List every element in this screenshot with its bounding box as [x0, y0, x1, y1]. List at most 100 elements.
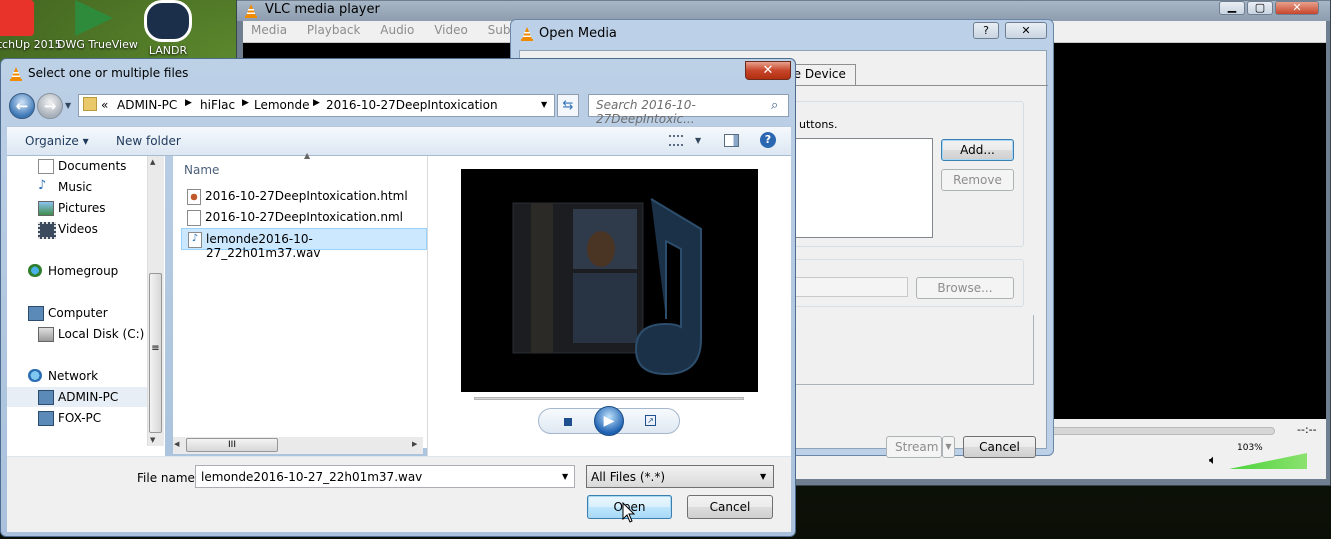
- organize-menu[interactable]: Organize ▾: [25, 134, 89, 148]
- forward-button[interactable]: →: [37, 93, 63, 119]
- nav-item-pictures[interactable]: Pictures: [7, 198, 147, 218]
- breadcrumb-separator[interactable]: ▶: [242, 98, 249, 108]
- html-file-icon: [187, 189, 201, 205]
- scroll-thumb[interactable]: III: [186, 438, 278, 452]
- file-dialog-title-bar[interactable]: Select one or multiple files: [1, 59, 795, 87]
- new-folder-button[interactable]: New folder: [116, 134, 181, 148]
- time-display: --:--: [1297, 423, 1317, 436]
- desktop-icon-landr[interactable]: LANDR: [133, 0, 203, 57]
- filetype-select[interactable]: All Files (*.*) ▼: [586, 465, 774, 488]
- file-dialog-close-button[interactable]: ✕: [745, 61, 791, 80]
- nav-item-music[interactable]: ♪ Music: [7, 177, 147, 197]
- vlc-close-button[interactable]: ✕: [1275, 1, 1319, 15]
- maximize-button[interactable]: ▢: [1247, 1, 1273, 15]
- view-options-icon[interactable]: [669, 135, 683, 146]
- menu-media[interactable]: Media: [243, 21, 295, 39]
- nav-item-label: Documents: [58, 159, 127, 173]
- nav-item-homegroup[interactable]: Homegroup: [7, 261, 147, 281]
- breadcrumb-separator[interactable]: ▶: [313, 98, 320, 108]
- preview-seek-bar[interactable]: [474, 397, 744, 400]
- menu-video[interactable]: Video: [426, 21, 476, 39]
- vlc-cone-icon: [520, 27, 534, 41]
- vlc-title-bar[interactable]: VLC media player ▁ ▢ ✕: [237, 1, 1330, 21]
- scroll-right-arrow[interactable]: ▶: [412, 440, 417, 448]
- breadcrumb-overflow[interactable]: «: [101, 98, 108, 112]
- preview-pane: ▶ ↗: [427, 156, 791, 456]
- menu-playback[interactable]: Playback: [299, 21, 369, 39]
- nav-item-label: Videos: [58, 222, 98, 236]
- breadcrumb-hiflac[interactable]: hiFlac: [200, 98, 235, 112]
- desktop-icon-label: DWG TrueView: [57, 38, 138, 51]
- open-media-close-button[interactable]: ✕: [1005, 22, 1047, 39]
- scroll-left-arrow[interactable]: ◀: [174, 440, 179, 448]
- desktop-icon-label: SketchUp 2015: [0, 38, 62, 51]
- desktop-icon-sketchup[interactable]: SketchUp 2015: [0, 0, 62, 51]
- nav-item-fox-pc[interactable]: FOX-PC: [7, 408, 147, 428]
- navigation-scrollbar[interactable]: ▲ ≡ ▼: [147, 156, 164, 446]
- vlc-title-text: VLC media player: [265, 2, 380, 17]
- documents-icon: [38, 159, 54, 174]
- filename-input[interactable]: lemonde2016-10-27_22h01m37.wav ▼: [195, 465, 575, 488]
- file-list-horizontal-scrollbar[interactable]: ◀ III ▶: [173, 437, 423, 454]
- computer-icon: [38, 411, 54, 426]
- file-name: 2016-10-27DeepIntoxication.html: [205, 189, 408, 203]
- stream-dropdown-arrow[interactable]: ▼: [942, 436, 955, 458]
- play-icon[interactable]: ▶: [594, 406, 624, 436]
- remove-button[interactable]: Remove: [941, 169, 1014, 191]
- minimize-button[interactable]: ▁: [1219, 1, 1245, 15]
- cancel-button[interactable]: Cancel: [963, 436, 1036, 458]
- back-button[interactable]: ←: [9, 93, 35, 119]
- scroll-up-arrow[interactable]: ▲: [150, 158, 155, 166]
- generic-file-icon: [187, 210, 201, 226]
- file-item-selected[interactable]: ♪ lemonde2016-10-27_22h01m37.wav: [181, 228, 427, 260]
- media-preview: [461, 169, 758, 392]
- cancel-button[interactable]: Cancel: [687, 495, 773, 519]
- help-icon[interactable]: ?: [760, 132, 776, 148]
- breadcrumb-lemonde[interactable]: Lemonde: [254, 98, 310, 112]
- breadcrumb-admin-pc[interactable]: ADMIN-PC: [117, 98, 177, 112]
- preview-controls: ▶ ↗: [538, 406, 680, 436]
- address-dropdown-arrow[interactable]: ▼: [541, 100, 547, 109]
- vlc-cone-icon: [244, 4, 258, 18]
- search-input[interactable]: Search 2016-10-27DeepIntoxic...: [588, 94, 789, 126]
- browse-button[interactable]: Browse...: [916, 277, 1014, 299]
- add-button[interactable]: Add...: [941, 139, 1014, 161]
- stop-icon[interactable]: [564, 418, 572, 426]
- recent-locations-arrow[interactable]: ▼: [65, 101, 71, 110]
- file-item[interactable]: 2016-10-27DeepIntoxication.html: [181, 186, 425, 206]
- open-media-title-bar[interactable]: Open Media ? ✕: [511, 20, 1053, 48]
- seek-bar[interactable]: [1043, 427, 1275, 435]
- volume-percent: 103%: [1237, 443, 1263, 453]
- file-item[interactable]: 2016-10-27DeepIntoxication.nml: [181, 207, 425, 227]
- computer-icon: [28, 306, 44, 321]
- switch-to-player-icon[interactable]: ↗: [645, 415, 656, 426]
- music-icon: ♪: [38, 178, 47, 193]
- file-list-box[interactable]: [793, 138, 933, 238]
- scroll-down-arrow[interactable]: ▼: [150, 436, 155, 444]
- help-button[interactable]: ?: [973, 22, 999, 39]
- column-header-name[interactable]: Name: [184, 163, 219, 177]
- view-dropdown-arrow[interactable]: ▼: [695, 136, 701, 145]
- stream-button[interactable]: Stream: [886, 436, 942, 458]
- refresh-icon[interactable]: ⇆: [557, 94, 579, 117]
- preview-pane-icon[interactable]: [724, 134, 739, 147]
- menu-audio[interactable]: Audio: [372, 21, 422, 39]
- nav-item-network[interactable]: Network: [7, 366, 147, 386]
- homegroup-icon: [28, 264, 42, 277]
- volume-slider[interactable]: [1229, 453, 1307, 469]
- scroll-thumb[interactable]: ≡: [149, 273, 162, 433]
- subtitle-path-field[interactable]: [793, 277, 908, 297]
- nav-item-local-disk[interactable]: Local Disk (C:): [7, 324, 147, 344]
- speaker-icon[interactable]: 🔈︎: [1209, 453, 1225, 468]
- mouse-cursor-icon: [622, 501, 636, 524]
- nav-item-admin-pc[interactable]: ADMIN-PC: [7, 387, 147, 407]
- filetype-dropdown-arrow[interactable]: ▼: [760, 472, 766, 481]
- filename-dropdown-arrow[interactable]: ▼: [562, 472, 568, 481]
- address-bar[interactable]: « ADMIN-PC ▶ hiFlac ▶ Lemonde ▶ 2016-10-…: [78, 94, 555, 117]
- breadcrumb-separator[interactable]: ▶: [185, 98, 192, 108]
- nav-item-documents[interactable]: Documents: [7, 156, 147, 176]
- nav-item-computer[interactable]: Computer: [7, 303, 147, 323]
- desktop-icon-dwg-trueview[interactable]: DWG TrueView: [57, 0, 138, 51]
- nav-item-videos[interactable]: Videos: [7, 219, 147, 239]
- breadcrumb-current-folder[interactable]: 2016-10-27DeepIntoxication: [326, 98, 498, 112]
